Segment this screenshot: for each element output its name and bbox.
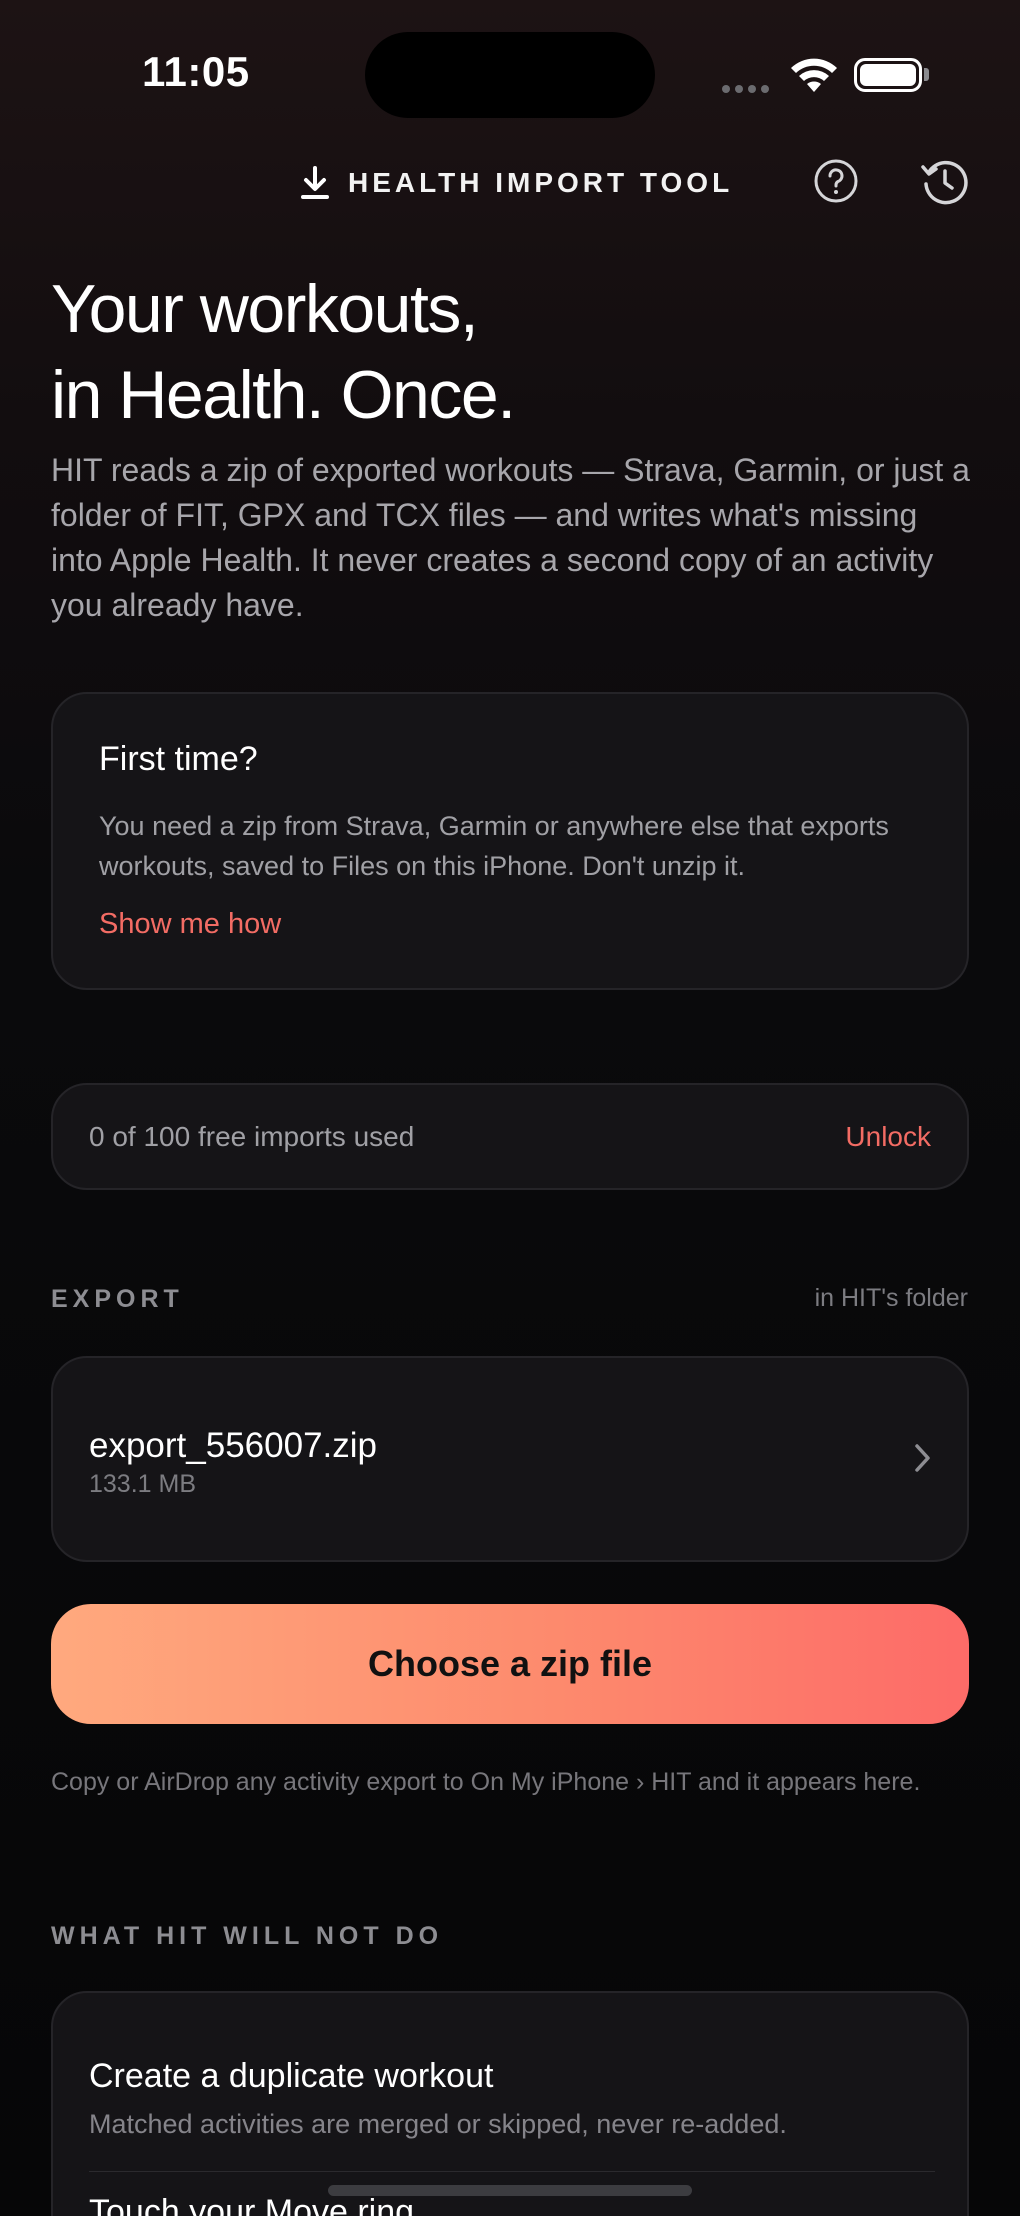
- battery-nub: [924, 68, 929, 81]
- home-indicator[interactable]: [328, 2185, 692, 2196]
- export-section-label: EXPORT: [51, 1285, 184, 1313]
- hero-title: Your workouts, in Health. Once.: [51, 266, 951, 438]
- unlock-button[interactable]: Unlock: [845, 1121, 931, 1153]
- export-folder-note: in HIT's folder: [814, 1284, 968, 1312]
- help-button[interactable]: [813, 158, 859, 204]
- history-button[interactable]: [920, 158, 968, 206]
- status-time: 11:05: [142, 48, 250, 95]
- app-title: HEALTH IMPORT TOOL: [300, 166, 733, 200]
- hero-title-line1: Your workouts,: [51, 271, 479, 347]
- list-item-title: Touch your Move ring: [89, 2193, 415, 2216]
- first-time-card: First time? You need a zip from Strava, …: [51, 692, 969, 990]
- choose-zip-button[interactable]: Choose a zip file: [51, 1604, 969, 1724]
- first-time-title: First time?: [99, 740, 258, 778]
- free-imports-count: 0 of 100 free imports used: [89, 1121, 415, 1152]
- download-icon: [300, 166, 330, 200]
- list-item-description: Matched activities are merged or skipped…: [89, 2109, 787, 2139]
- cellular-signal-icon: [722, 80, 774, 98]
- hero-description: HIT reads a zip of exported workouts — S…: [51, 452, 970, 623]
- chevron-right-icon: [913, 1442, 933, 1479]
- history-icon: [921, 160, 968, 205]
- airdrop-help-note: Copy or AirDrop any activity export to O…: [51, 1768, 921, 1796]
- first-time-body: You need a zip from Strava, Garmin or an…: [99, 811, 889, 881]
- divider: [89, 2171, 935, 2172]
- will-not-do-section-label: WHAT HIT WILL NOT DO: [51, 1922, 444, 1950]
- dynamic-island: [365, 32, 655, 118]
- help-icon: [814, 159, 858, 203]
- list-item-title: Create a duplicate workout: [89, 2057, 494, 2095]
- hero-title-line2: in Health. Once.: [51, 357, 516, 433]
- app-title-text: HEALTH IMPORT TOOL: [348, 167, 734, 198]
- file-size: 133.1 MB: [89, 1470, 197, 1498]
- file-name: export_556007.zip: [89, 1426, 377, 1465]
- wifi-icon: [790, 56, 838, 99]
- will-not-do-card: Create a duplicate workout Matched activ…: [51, 1991, 969, 2216]
- free-imports-card: 0 of 100 free imports used Unlock: [51, 1083, 969, 1190]
- export-file-row[interactable]: export_556007.zip 133.1 MB: [51, 1356, 969, 1562]
- battery-icon: [854, 58, 922, 92]
- show-me-how-link[interactable]: Show me how: [99, 908, 281, 941]
